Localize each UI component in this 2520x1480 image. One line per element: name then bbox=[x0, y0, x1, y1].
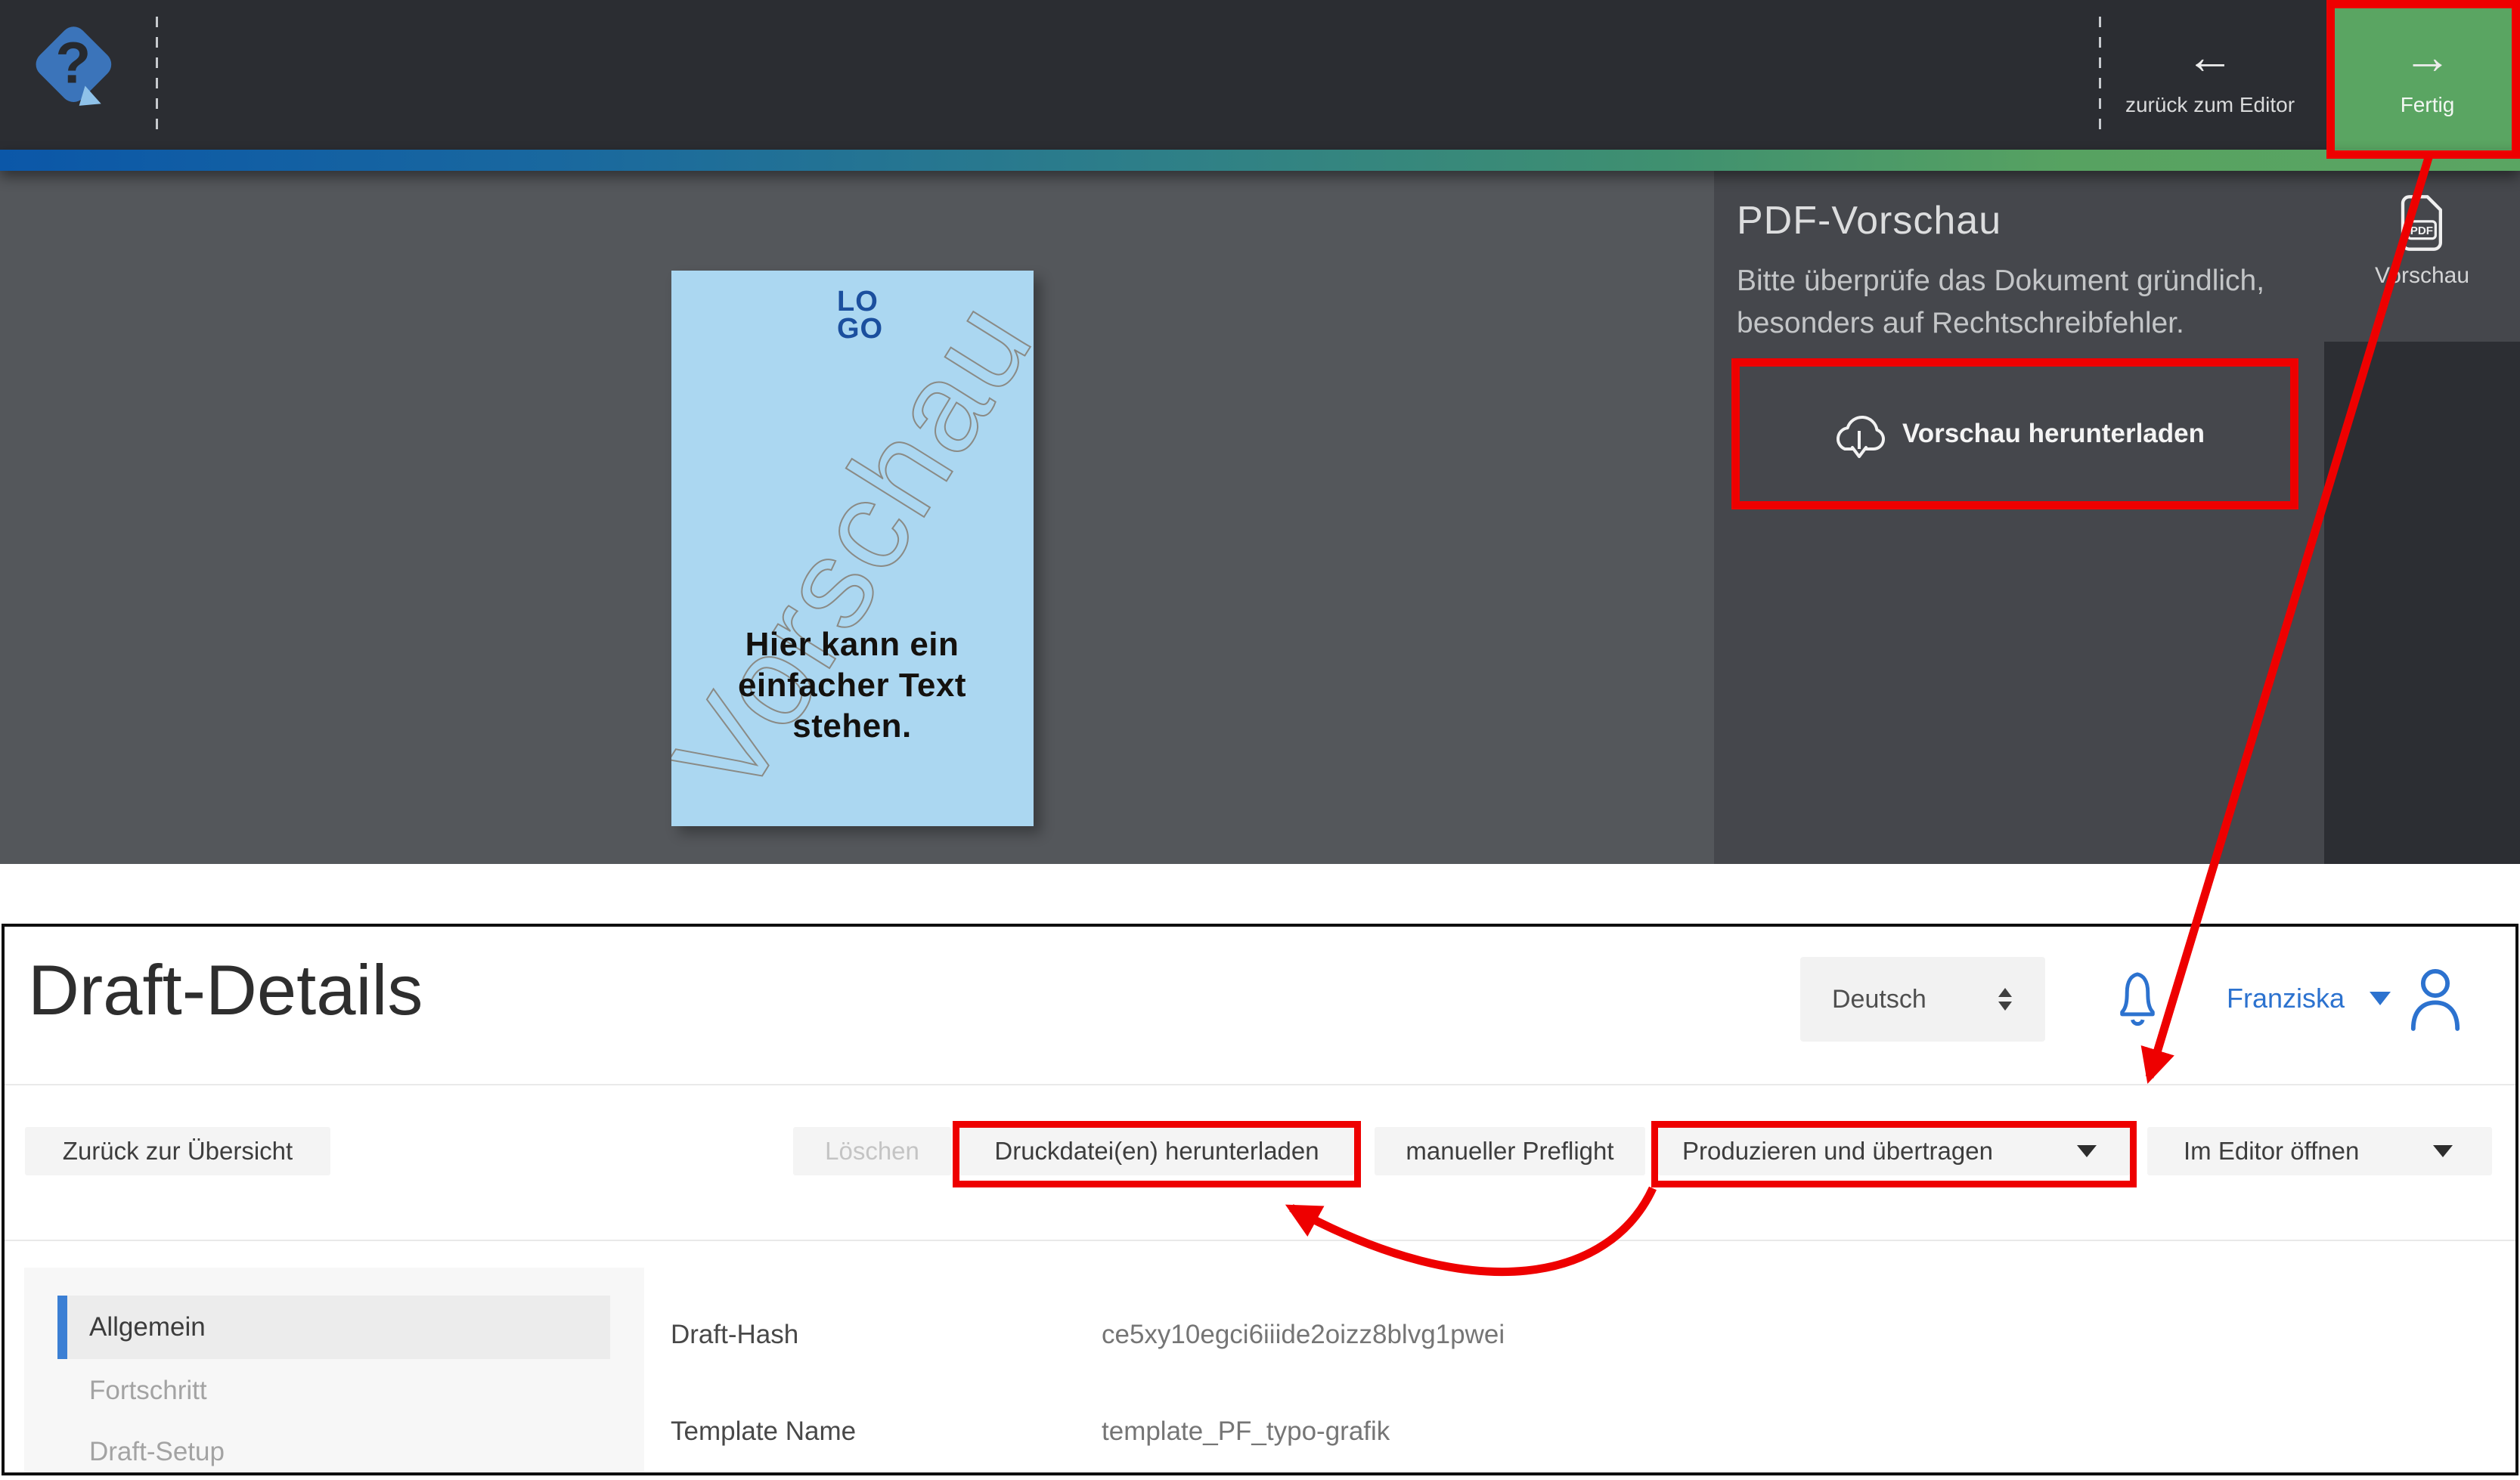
screenshot-stage: ? ← zurück zum Editor → Fertig PDF-Vorsc… bbox=[0, 0, 2520, 1480]
back-to-overview-button[interactable]: Zurück zur Übersicht bbox=[25, 1127, 330, 1175]
details-sidebar: Allgemein Fortschritt Draft-Setup bbox=[24, 1268, 644, 1472]
placeholder-body-text: Hier kann ein einfacher Text stehen. bbox=[686, 624, 1018, 747]
tab-pdf-preview[interactable]: PDF Vorschau bbox=[2324, 194, 2520, 342]
svg-text:?: ? bbox=[55, 32, 91, 96]
delete-label: Löschen bbox=[825, 1137, 919, 1166]
manual-preflight-button[interactable]: manueller Preflight bbox=[1375, 1127, 1645, 1175]
editor-topbar: ? ← zurück zum Editor → Fertig bbox=[0, 0, 2520, 150]
field-label-template-name: Template Name bbox=[671, 1417, 856, 1447]
produce-transfer-button[interactable]: Produzieren und übertragen bbox=[1658, 1127, 2130, 1175]
done-button[interactable]: → Fertig bbox=[2335, 0, 2520, 150]
open-in-editor-label: Im Editor öffnen bbox=[2184, 1137, 2359, 1166]
done-label: Fertig bbox=[2401, 93, 2455, 117]
pdf-badge-text: PDF bbox=[2410, 224, 2432, 237]
back-to-editor-button[interactable]: ← zurück zum Editor bbox=[2109, 0, 2311, 150]
user-menu-caret-icon[interactable] bbox=[2370, 992, 2391, 1005]
field-value-template-name: template_PF_typo-grafik bbox=[1102, 1417, 1390, 1447]
sidebar-item-draft-setup[interactable]: Draft-Setup bbox=[57, 1420, 610, 1480]
panel-description-line1: Bitte überprüfe das Dokument gründlich, bbox=[1737, 260, 2264, 302]
active-indicator-bar bbox=[57, 1296, 67, 1359]
sidebar-item-label: Allgemein bbox=[89, 1312, 206, 1342]
back-to-editor-label: zurück zum Editor bbox=[2125, 93, 2295, 117]
cloud-download-icon bbox=[1825, 405, 1892, 463]
header-divider bbox=[5, 1084, 2515, 1085]
progress-gradient-bar bbox=[0, 150, 2520, 171]
tab-pdf-preview-label: Vorschau bbox=[2375, 263, 2469, 289]
open-in-editor-button[interactable]: Im Editor öffnen bbox=[2147, 1127, 2492, 1175]
sidebar-item-allgemein[interactable]: Allgemein bbox=[57, 1296, 610, 1359]
logo-line-1: LO bbox=[837, 288, 883, 315]
topbar-divider bbox=[156, 17, 158, 135]
delete-button[interactable]: Löschen bbox=[793, 1127, 951, 1175]
logo-line-2: GO bbox=[837, 315, 883, 342]
dropdown-caret-icon bbox=[2077, 1145, 2097, 1157]
placeholder-logo-text: LO GO bbox=[837, 288, 883, 342]
manual-preflight-label: manueller Preflight bbox=[1406, 1137, 1613, 1166]
forward-arrow-icon: → bbox=[2404, 33, 2452, 81]
produce-transfer-label: Produzieren und übertragen bbox=[1682, 1137, 1993, 1166]
language-selected-value: Deutsch bbox=[1832, 985, 1998, 1014]
panel-description-line2: besonders auf Rechtschreibfehler. bbox=[1737, 302, 2264, 345]
printformer-logo-icon[interactable]: ? bbox=[27, 20, 127, 130]
user-menu-name[interactable]: Franziska bbox=[2227, 983, 2345, 1014]
back-to-overview-label: Zurück zur Übersicht bbox=[63, 1137, 293, 1166]
field-value-draft-hash: ce5xy10egci6iiide2oizz8blvg1pwei bbox=[1102, 1320, 1505, 1350]
dropdown-caret-icon bbox=[2433, 1145, 2453, 1157]
pdf-preview-panel: PDF-Vorschau Bitte überprüfe das Dokumen… bbox=[1714, 171, 2520, 864]
preview-stage: PDF-Vorschau Bitte überprüfe das Dokumen… bbox=[0, 171, 2520, 864]
sidebar-empty-area bbox=[2324, 342, 2520, 864]
download-printfiles-button[interactable]: Druckdatei(en) herunterladen bbox=[959, 1127, 1354, 1175]
topbar-divider bbox=[2099, 17, 2101, 135]
download-printfiles-label: Druckdatei(en) herunterladen bbox=[994, 1137, 1319, 1166]
notifications-bell-icon[interactable] bbox=[2115, 968, 2159, 1033]
select-arrows-icon bbox=[1998, 988, 2012, 1011]
toolbar-divider bbox=[5, 1240, 2515, 1241]
sidebar-item-label: Draft-Setup bbox=[89, 1437, 225, 1467]
download-preview-label: Vorschau herunterladen bbox=[1902, 419, 2205, 449]
sidebar-item-fortschritt[interactable]: Fortschritt bbox=[57, 1359, 610, 1423]
pdf-file-icon: PDF bbox=[2398, 194, 2447, 252]
page-title: Draft-Details bbox=[28, 949, 423, 1031]
field-label-draft-hash: Draft-Hash bbox=[671, 1320, 798, 1350]
panel-description: Bitte überprüfe das Dokument gründlich, … bbox=[1737, 260, 2264, 345]
sidebar-item-label: Fortschritt bbox=[89, 1376, 207, 1406]
back-arrow-icon: ← bbox=[2186, 33, 2234, 81]
document-preview-card: Vorschau LO GO Hier kann ein einfacher T… bbox=[671, 271, 1034, 826]
user-avatar-icon[interactable] bbox=[2407, 966, 2463, 1031]
language-select[interactable]: Deutsch bbox=[1800, 957, 2045, 1042]
panel-title: PDF-Vorschau bbox=[1737, 198, 2001, 243]
download-preview-button[interactable]: Vorschau herunterladen bbox=[1731, 358, 2298, 509]
